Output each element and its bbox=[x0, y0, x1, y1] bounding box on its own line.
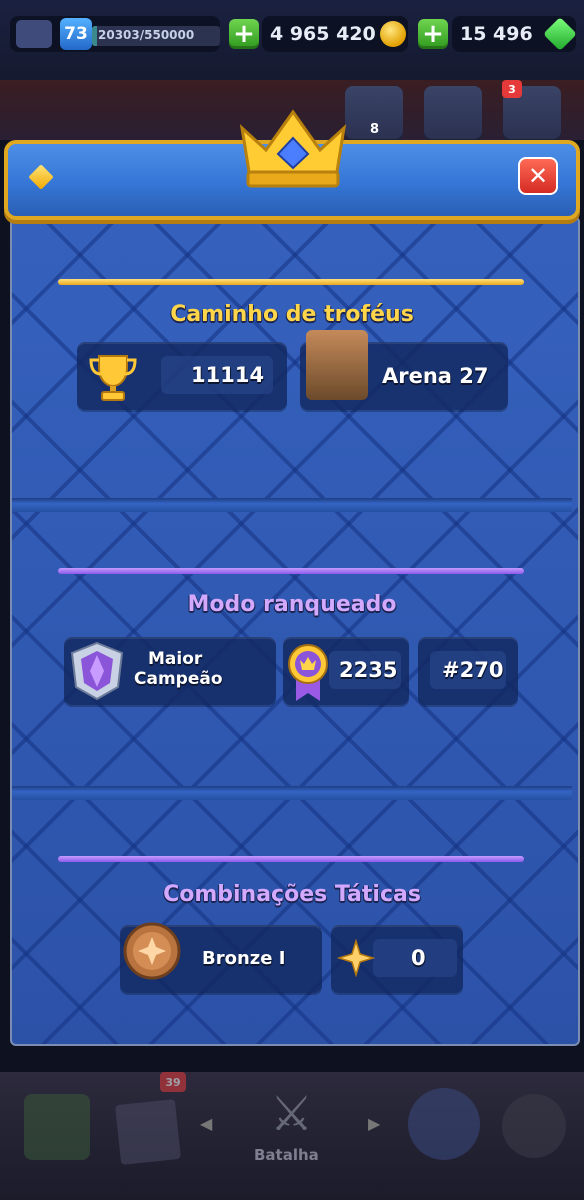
ranked-position: #270 bbox=[442, 658, 504, 682]
friends-count: 8 bbox=[370, 122, 380, 137]
league-name-line2: Campeão bbox=[134, 669, 223, 689]
trophy-count: 11114 bbox=[191, 363, 265, 387]
battle-tab-label: Batalha bbox=[254, 1146, 319, 1164]
cards-tab[interactable]: 39 bbox=[108, 1072, 208, 1180]
progress-panel bbox=[10, 216, 580, 1046]
crown-profile-icon bbox=[16, 20, 52, 48]
purple-divider bbox=[58, 856, 524, 862]
tactics-league-box[interactable]: Bronze I bbox=[120, 922, 322, 993]
clan-tab[interactable] bbox=[396, 1080, 496, 1180]
star-icon bbox=[337, 939, 375, 977]
gold-amount: 4 965 420 bbox=[270, 23, 376, 45]
champion-league-icon bbox=[70, 641, 124, 701]
tactics-points: 0 bbox=[411, 946, 426, 970]
menu-notification-badge: 3 bbox=[502, 80, 522, 98]
section-divider bbox=[12, 498, 572, 512]
cards-badge: 39 bbox=[160, 1072, 186, 1092]
cards-icon bbox=[115, 1099, 181, 1165]
section-divider bbox=[12, 786, 572, 800]
gold-coin-icon bbox=[380, 21, 406, 47]
chevron-left-icon[interactable]: ◀ bbox=[200, 1114, 212, 1133]
ranked-league-box[interactable]: Maior Campeão bbox=[64, 637, 276, 705]
ranked-rating: 2235 bbox=[339, 658, 398, 682]
friends-button[interactable]: 8 bbox=[345, 86, 403, 142]
crossed-swords-icon: ⚔ bbox=[270, 1086, 314, 1142]
top-hud: 73 20303/550000 + 4 965 420 + 15 496 bbox=[0, 0, 584, 80]
chevron-right-icon[interactable]: ▶ bbox=[368, 1114, 380, 1133]
tactics-title: Combinações Táticas bbox=[163, 882, 421, 907]
shop-tab[interactable] bbox=[10, 1080, 110, 1180]
arena-name: Arena 27 bbox=[382, 364, 489, 388]
crown-icon bbox=[239, 109, 347, 188]
arena-icon bbox=[306, 330, 368, 400]
level-badge: 73 bbox=[60, 18, 92, 50]
level-number: 73 bbox=[64, 24, 88, 44]
events-tab[interactable] bbox=[488, 1080, 584, 1180]
menu-badge-count: 3 bbox=[508, 82, 516, 96]
battle-tab[interactable]: ⚔ Batalha bbox=[242, 1080, 342, 1180]
tactics-points-box[interactable]: 0 bbox=[331, 925, 463, 993]
xp-text: 20303/550000 bbox=[98, 28, 195, 42]
shop-icon bbox=[24, 1094, 90, 1160]
arena-box[interactable]: Arena 27 bbox=[300, 330, 508, 410]
league-name-line1: Maior bbox=[148, 649, 203, 669]
events-icon bbox=[502, 1094, 566, 1158]
xp-bar: 20303/550000 bbox=[92, 26, 220, 46]
ranked-title: Modo ranqueado bbox=[187, 592, 397, 617]
trophy-icon bbox=[89, 355, 137, 401]
gold-divider bbox=[58, 279, 524, 285]
trophies-box[interactable]: 11114 bbox=[77, 342, 287, 410]
add-gems-button[interactable]: + bbox=[418, 19, 448, 49]
tactics-league-name: Bronze I bbox=[202, 948, 286, 969]
clan-icon bbox=[408, 1088, 480, 1160]
close-icon: ✕ bbox=[527, 162, 549, 190]
gems-amount: 15 496 bbox=[460, 23, 533, 45]
purple-divider bbox=[58, 568, 524, 574]
xp-bar-fill bbox=[92, 26, 97, 46]
close-button[interactable]: ✕ bbox=[518, 157, 558, 195]
ranked-rating-box[interactable]: 2235 bbox=[283, 637, 409, 705]
ranked-position-box[interactable]: #270 bbox=[418, 637, 518, 705]
cards-badge-count: 39 bbox=[165, 1075, 181, 1089]
bronze-badge-icon bbox=[123, 922, 181, 980]
add-gold-button[interactable]: + bbox=[229, 19, 259, 49]
ranked-medal-icon bbox=[288, 644, 328, 701]
trophy-road-title: Caminho de troféus bbox=[170, 302, 414, 327]
news-button[interactable] bbox=[424, 86, 482, 142]
